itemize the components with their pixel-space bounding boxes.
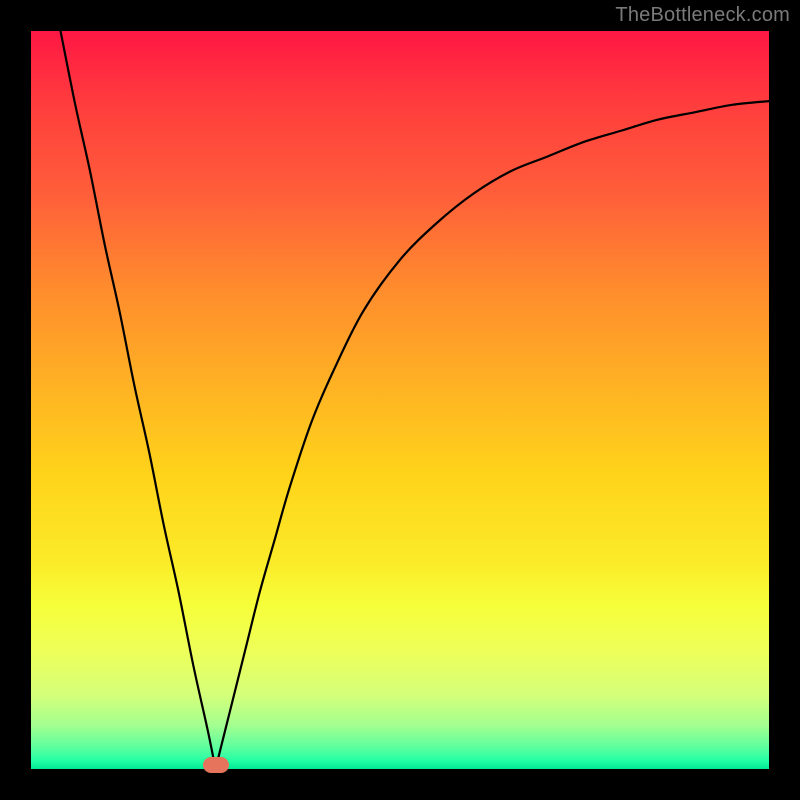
chart-frame: TheBottleneck.com (0, 0, 800, 800)
watermark-text: TheBottleneck.com (615, 4, 790, 27)
chart-curve-svg (31, 31, 769, 769)
minimum-marker (203, 757, 229, 773)
chart-plot-area (31, 31, 769, 769)
bottleneck-curve (61, 31, 769, 775)
